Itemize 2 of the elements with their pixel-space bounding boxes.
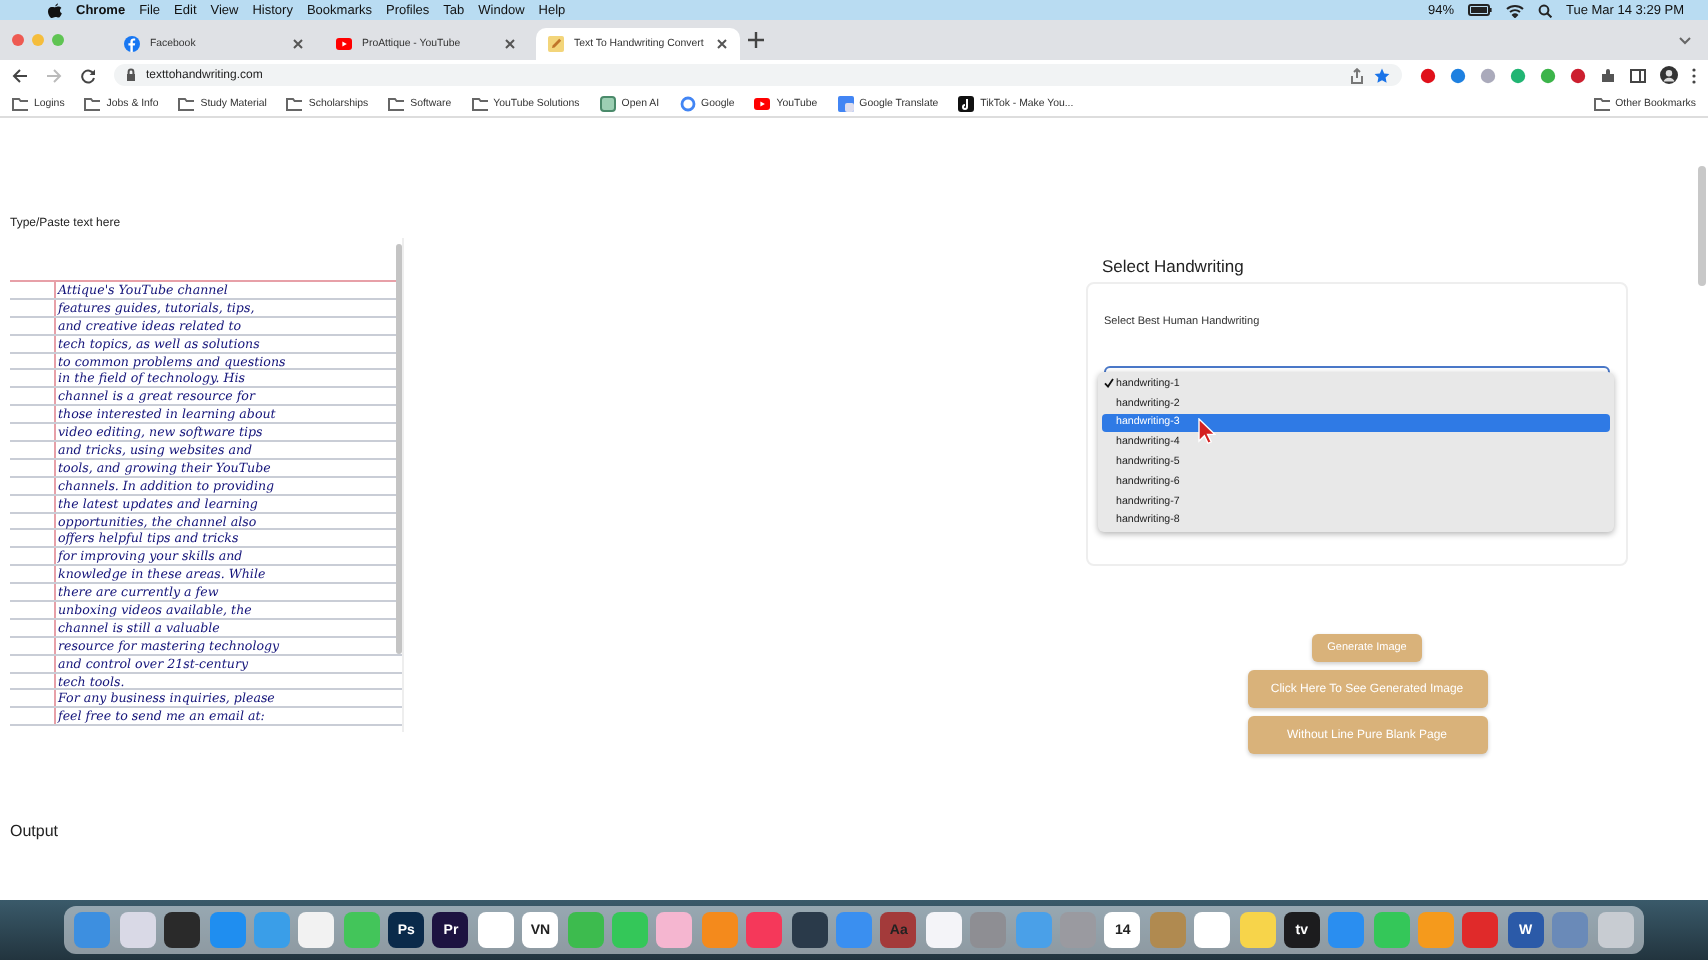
output-label: Output <box>10 822 61 840</box>
section-title: Select Handwriting <box>1102 256 1246 276</box>
